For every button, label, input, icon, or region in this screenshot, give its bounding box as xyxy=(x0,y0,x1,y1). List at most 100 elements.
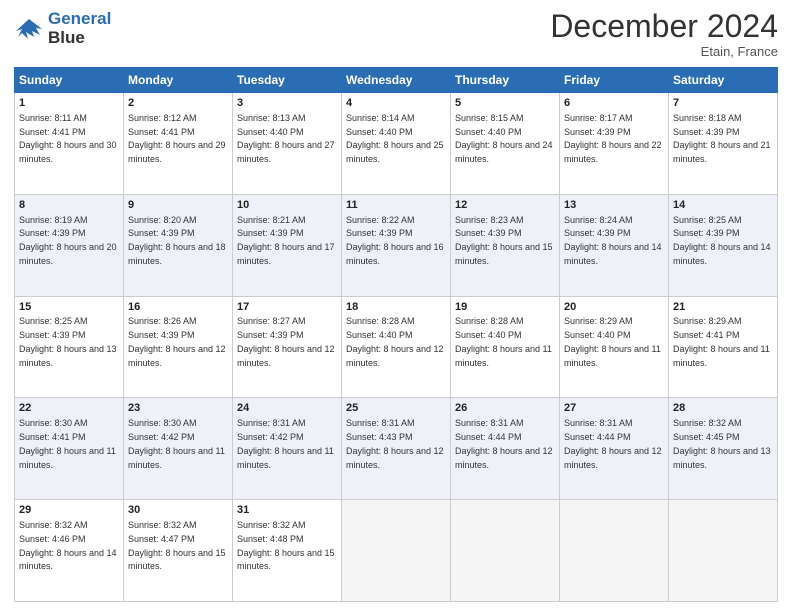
day-cell-21: 21 Sunrise: 8:29 AMSunset: 4:41 PMDaylig… xyxy=(669,296,778,398)
cell-details: Sunrise: 8:27 AMSunset: 4:39 PMDaylight:… xyxy=(237,316,335,367)
cell-details: Sunrise: 8:32 AMSunset: 4:47 PMDaylight:… xyxy=(128,520,226,571)
day-number: 26 xyxy=(455,401,555,416)
day-number: 7 xyxy=(673,96,773,111)
day-cell-22: 22 Sunrise: 8:30 AMSunset: 4:41 PMDaylig… xyxy=(15,398,124,500)
day-cell-12: 12 Sunrise: 8:23 AMSunset: 4:39 PMDaylig… xyxy=(451,194,560,296)
cell-details: Sunrise: 8:31 AMSunset: 4:43 PMDaylight:… xyxy=(346,418,444,469)
logo-blue: Blue xyxy=(48,28,85,47)
logo-general: General xyxy=(48,9,111,28)
weekday-friday: Friday xyxy=(560,68,669,93)
day-cell-24: 24 Sunrise: 8:31 AMSunset: 4:42 PMDaylig… xyxy=(233,398,342,500)
day-cell-15: 15 Sunrise: 8:25 AMSunset: 4:39 PMDaylig… xyxy=(15,296,124,398)
cell-details: Sunrise: 8:13 AMSunset: 4:40 PMDaylight:… xyxy=(237,113,335,164)
logo-icon xyxy=(14,15,44,43)
day-cell-10: 10 Sunrise: 8:21 AMSunset: 4:39 PMDaylig… xyxy=(233,194,342,296)
day-cell-9: 9 Sunrise: 8:20 AMSunset: 4:39 PMDayligh… xyxy=(124,194,233,296)
day-number: 23 xyxy=(128,401,228,416)
cell-details: Sunrise: 8:23 AMSunset: 4:39 PMDaylight:… xyxy=(455,215,553,266)
week-row-2: 8 Sunrise: 8:19 AMSunset: 4:39 PMDayligh… xyxy=(15,194,778,296)
day-number: 15 xyxy=(19,300,119,315)
cell-details: Sunrise: 8:22 AMSunset: 4:39 PMDaylight:… xyxy=(346,215,444,266)
day-number: 18 xyxy=(346,300,446,315)
day-number: 9 xyxy=(128,198,228,213)
title-block: December 2024 Etain, France xyxy=(550,10,778,59)
cell-details: Sunrise: 8:30 AMSunset: 4:41 PMDaylight:… xyxy=(19,418,116,469)
cell-details: Sunrise: 8:31 AMSunset: 4:42 PMDaylight:… xyxy=(237,418,334,469)
day-number: 30 xyxy=(128,503,228,518)
weekday-saturday: Saturday xyxy=(669,68,778,93)
day-cell-11: 11 Sunrise: 8:22 AMSunset: 4:39 PMDaylig… xyxy=(342,194,451,296)
day-number: 21 xyxy=(673,300,773,315)
day-number: 25 xyxy=(346,401,446,416)
day-number: 12 xyxy=(455,198,555,213)
day-number: 8 xyxy=(19,198,119,213)
day-cell-23: 23 Sunrise: 8:30 AMSunset: 4:42 PMDaylig… xyxy=(124,398,233,500)
day-cell-14: 14 Sunrise: 8:25 AMSunset: 4:39 PMDaylig… xyxy=(669,194,778,296)
empty-cell xyxy=(451,500,560,602)
cell-details: Sunrise: 8:17 AMSunset: 4:39 PMDaylight:… xyxy=(564,113,662,164)
day-number: 19 xyxy=(455,300,555,315)
weekday-header-row: SundayMondayTuesdayWednesdayThursdayFrid… xyxy=(15,68,778,93)
day-cell-3: 3 Sunrise: 8:13 AMSunset: 4:40 PMDayligh… xyxy=(233,93,342,195)
day-cell-26: 26 Sunrise: 8:31 AMSunset: 4:44 PMDaylig… xyxy=(451,398,560,500)
empty-cell xyxy=(560,500,669,602)
cell-details: Sunrise: 8:31 AMSunset: 4:44 PMDaylight:… xyxy=(564,418,662,469)
day-number: 1 xyxy=(19,96,119,111)
location: Etain, France xyxy=(550,44,778,59)
month-title: December 2024 xyxy=(550,10,778,42)
day-number: 17 xyxy=(237,300,337,315)
header: General Blue December 2024 Etain, France xyxy=(14,10,778,59)
day-cell-18: 18 Sunrise: 8:28 AMSunset: 4:40 PMDaylig… xyxy=(342,296,451,398)
day-cell-4: 4 Sunrise: 8:14 AMSunset: 4:40 PMDayligh… xyxy=(342,93,451,195)
cell-details: Sunrise: 8:15 AMSunset: 4:40 PMDaylight:… xyxy=(455,113,553,164)
cell-details: Sunrise: 8:29 AMSunset: 4:40 PMDaylight:… xyxy=(564,316,661,367)
day-number: 24 xyxy=(237,401,337,416)
day-cell-6: 6 Sunrise: 8:17 AMSunset: 4:39 PMDayligh… xyxy=(560,93,669,195)
cell-details: Sunrise: 8:25 AMSunset: 4:39 PMDaylight:… xyxy=(19,316,117,367)
day-cell-5: 5 Sunrise: 8:15 AMSunset: 4:40 PMDayligh… xyxy=(451,93,560,195)
day-cell-30: 30 Sunrise: 8:32 AMSunset: 4:47 PMDaylig… xyxy=(124,500,233,602)
cell-details: Sunrise: 8:12 AMSunset: 4:41 PMDaylight:… xyxy=(128,113,226,164)
week-row-4: 22 Sunrise: 8:30 AMSunset: 4:41 PMDaylig… xyxy=(15,398,778,500)
day-number: 22 xyxy=(19,401,119,416)
day-cell-1: 1 Sunrise: 8:11 AMSunset: 4:41 PMDayligh… xyxy=(15,93,124,195)
day-cell-8: 8 Sunrise: 8:19 AMSunset: 4:39 PMDayligh… xyxy=(15,194,124,296)
day-cell-7: 7 Sunrise: 8:18 AMSunset: 4:39 PMDayligh… xyxy=(669,93,778,195)
day-number: 13 xyxy=(564,198,664,213)
day-cell-29: 29 Sunrise: 8:32 AMSunset: 4:46 PMDaylig… xyxy=(15,500,124,602)
day-number: 16 xyxy=(128,300,228,315)
cell-details: Sunrise: 8:31 AMSunset: 4:44 PMDaylight:… xyxy=(455,418,553,469)
cell-details: Sunrise: 8:28 AMSunset: 4:40 PMDaylight:… xyxy=(346,316,444,367)
weekday-thursday: Thursday xyxy=(451,68,560,93)
day-number: 10 xyxy=(237,198,337,213)
weekday-wednesday: Wednesday xyxy=(342,68,451,93)
weekday-monday: Monday xyxy=(124,68,233,93)
cell-details: Sunrise: 8:21 AMSunset: 4:39 PMDaylight:… xyxy=(237,215,335,266)
week-row-1: 1 Sunrise: 8:11 AMSunset: 4:41 PMDayligh… xyxy=(15,93,778,195)
day-cell-2: 2 Sunrise: 8:12 AMSunset: 4:41 PMDayligh… xyxy=(124,93,233,195)
day-cell-28: 28 Sunrise: 8:32 AMSunset: 4:45 PMDaylig… xyxy=(669,398,778,500)
cell-details: Sunrise: 8:32 AMSunset: 4:45 PMDaylight:… xyxy=(673,418,771,469)
day-number: 3 xyxy=(237,96,337,111)
day-cell-19: 19 Sunrise: 8:28 AMSunset: 4:40 PMDaylig… xyxy=(451,296,560,398)
cell-details: Sunrise: 8:30 AMSunset: 4:42 PMDaylight:… xyxy=(128,418,225,469)
day-cell-31: 31 Sunrise: 8:32 AMSunset: 4:48 PMDaylig… xyxy=(233,500,342,602)
cell-details: Sunrise: 8:26 AMSunset: 4:39 PMDaylight:… xyxy=(128,316,226,367)
cell-details: Sunrise: 8:18 AMSunset: 4:39 PMDaylight:… xyxy=(673,113,771,164)
day-number: 20 xyxy=(564,300,664,315)
day-number: 31 xyxy=(237,503,337,518)
week-row-5: 29 Sunrise: 8:32 AMSunset: 4:46 PMDaylig… xyxy=(15,500,778,602)
cell-details: Sunrise: 8:24 AMSunset: 4:39 PMDaylight:… xyxy=(564,215,662,266)
day-number: 2 xyxy=(128,96,228,111)
cell-details: Sunrise: 8:25 AMSunset: 4:39 PMDaylight:… xyxy=(673,215,771,266)
cell-details: Sunrise: 8:32 AMSunset: 4:46 PMDaylight:… xyxy=(19,520,117,571)
day-cell-17: 17 Sunrise: 8:27 AMSunset: 4:39 PMDaylig… xyxy=(233,296,342,398)
logo: General Blue xyxy=(14,10,111,47)
day-number: 4 xyxy=(346,96,446,111)
cell-details: Sunrise: 8:14 AMSunset: 4:40 PMDaylight:… xyxy=(346,113,444,164)
empty-cell xyxy=(669,500,778,602)
day-cell-16: 16 Sunrise: 8:26 AMSunset: 4:39 PMDaylig… xyxy=(124,296,233,398)
day-number: 14 xyxy=(673,198,773,213)
day-number: 29 xyxy=(19,503,119,518)
calendar-table: SundayMondayTuesdayWednesdayThursdayFrid… xyxy=(14,67,778,602)
